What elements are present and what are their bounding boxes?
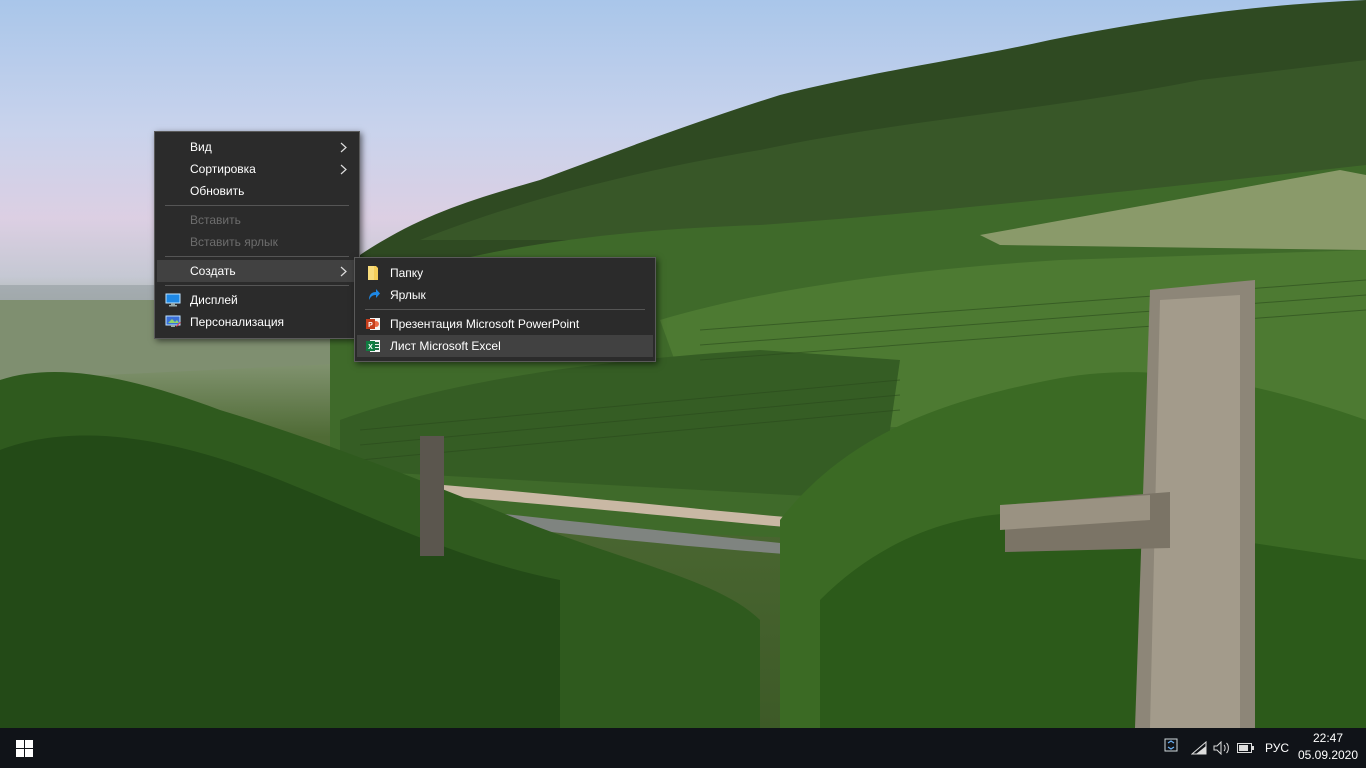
menu-item-refresh[interactable]: Обновить [157,180,357,202]
menu-item-paste: Вставить [157,209,357,231]
menu-item-personalization[interactable]: Персонализация [157,311,357,333]
menu-item-label: Лист Microsoft Excel [390,339,501,353]
menu-item-label: Вставить [190,213,241,227]
submenu-item-excel[interactable]: X Лист Microsoft Excel [357,335,653,357]
menu-item-label: Создать [190,264,236,278]
submenu-item-powerpoint[interactable]: P Презентация Microsoft PowerPoint [357,313,653,335]
taskbar: РУС 22:47 05.09.2020 [0,728,1366,768]
menu-separator [165,285,349,286]
windows-logo-icon [16,740,33,757]
svg-text:P: P [368,322,373,329]
wifi-icon[interactable] [1188,728,1210,768]
submenu-item-shortcut[interactable]: Ярлык [357,284,653,306]
chevron-right-icon [339,158,349,180]
menu-item-label: Персонализация [190,315,285,329]
powerpoint-icon: P [365,316,381,332]
system-clock[interactable]: 22:47 05.09.2020 [1296,730,1360,766]
personalization-icon [165,314,181,330]
chevron-right-icon [339,260,349,282]
menu-separator [165,205,349,206]
menu-separator [365,309,645,310]
wallpaper-vineyard-image [0,0,1366,728]
menu-item-label: Вид [190,140,212,154]
chevron-right-icon [339,136,349,158]
menu-item-label: Сортировка [190,162,256,176]
desktop-wallpaper[interactable] [0,0,1366,728]
submenu-item-folder[interactable]: Папку [357,262,653,284]
menu-item-new[interactable]: Создать [157,260,357,282]
display-settings-icon [165,292,181,308]
menu-item-display[interactable]: Дисплей [157,289,357,311]
battery-icon[interactable] [1235,728,1257,768]
start-button[interactable] [0,728,48,768]
clock-date: 05.09.2020 [1297,748,1359,762]
menu-item-label: Обновить [190,184,245,198]
menu-item-label: Презентация Microsoft PowerPoint [390,317,580,331]
menu-item-label: Вставить ярлык [190,235,278,249]
desktop-context-menu: Вид Сортировка Обновить Вставить Вставит… [154,131,360,339]
menu-item-label: Дисплей [190,293,238,307]
menu-item-sort[interactable]: Сортировка [157,158,357,180]
excel-icon: X [365,338,381,354]
volume-icon[interactable] [1211,728,1233,768]
menu-item-view[interactable]: Вид [157,136,357,158]
menu-item-paste-shortcut: Вставить ярлык [157,231,357,253]
new-item-submenu: Папку Ярлык P Презентация Microsoft Powe… [354,257,656,362]
clock-time: 22:47 [1312,731,1344,745]
shortcut-icon [365,287,381,303]
folder-icon [365,265,381,281]
menu-item-label: Папку [390,266,424,280]
tray-recycle-bin-icon[interactable] [1160,728,1182,768]
input-language-indicator[interactable]: РУС [1258,728,1296,768]
svg-text:X: X [368,344,373,351]
menu-item-label: Ярлык [390,288,426,302]
menu-separator [165,256,349,257]
